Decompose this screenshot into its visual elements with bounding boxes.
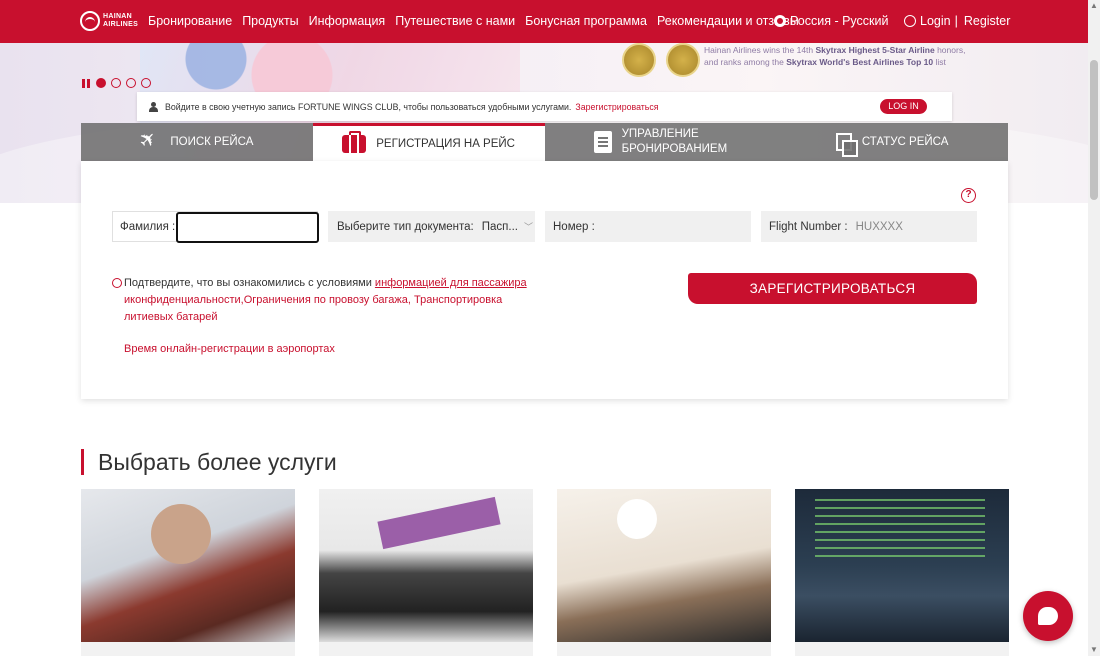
chat-bubble-icon	[1038, 607, 1058, 625]
page-scrollbar[interactable]: ▲ ▼	[1088, 0, 1100, 656]
nav-item-products[interactable]: Продукты	[242, 14, 298, 28]
language-label: Россия - Русский	[790, 14, 889, 28]
logo-mark-icon	[80, 11, 100, 31]
person-icon	[149, 101, 158, 112]
logo-text-line1: HAINAN	[103, 13, 133, 20]
pause-icon[interactable]	[82, 78, 91, 88]
banner-text-bold: Skytrax Highest 5-Star Airline	[815, 45, 935, 55]
document-number-field[interactable]: Номер :	[545, 211, 751, 242]
carousel-dot[interactable]	[96, 78, 106, 88]
scrollbar-thumb[interactable]	[1090, 60, 1098, 200]
document-number-label: Номер :	[553, 220, 595, 233]
award-badge-icon	[622, 43, 656, 77]
flight-number-input[interactable]	[853, 219, 964, 234]
consent-text-part: Подтвердите, что вы ознакомились с услов…	[124, 277, 375, 289]
tab-label: СТАТУС РЕЙСА	[861, 136, 949, 148]
login-link[interactable]: Login	[920, 14, 951, 28]
check-in-submit-button[interactable]: ЗАРЕГИСТРИРОВАТЬСЯ	[688, 273, 977, 304]
check-in-form: ? Фамилия : Выберите тип документа: Пасп…	[81, 161, 1008, 399]
tab-label: ПОИСК РЕЙСА	[170, 136, 254, 148]
scroll-down-icon[interactable]: ▼	[1090, 646, 1098, 654]
document-type-value: Пасп...	[481, 220, 518, 233]
tab-label: УПРАВЛЕНИЕ БРОНИРОВАНИЕМ	[622, 127, 728, 157]
service-card-seat[interactable]	[81, 489, 295, 656]
language-selector[interactable]: Россия - Русский	[774, 14, 888, 28]
consent-block: Подтвердите, что вы ознакомились с услов…	[112, 275, 542, 326]
service-image	[557, 489, 771, 642]
banner-text-part: honors,	[934, 45, 966, 55]
nav-item-bonus-program[interactable]: Бонусная программа	[525, 14, 647, 28]
service-card-footer	[81, 642, 295, 656]
restrictions-links[interactable]: иконфиденциальности,Ограничения по прово…	[124, 294, 502, 323]
hainan-airlines-logo[interactable]: HAINAN AIRLINES	[80, 11, 138, 31]
login-prompt-register-link[interactable]: Зарегистрироваться	[575, 102, 658, 112]
carousel-dot[interactable]	[126, 78, 136, 88]
document-type-select[interactable]: Выберите тип документа: Пасп... ﹀	[328, 211, 535, 242]
banner-text-part: and ranks among the	[704, 57, 787, 67]
services-heading: Выбрать более услуги	[81, 449, 337, 475]
service-card-footer	[319, 642, 533, 656]
nav-item-information[interactable]: Информация	[309, 14, 386, 28]
register-link[interactable]: Register	[964, 14, 1011, 28]
user-icon	[904, 15, 916, 27]
carousel-controls	[82, 78, 151, 88]
chevron-down-icon: ﹀	[523, 222, 533, 232]
help-icon[interactable]: ?	[961, 188, 976, 203]
service-image	[319, 489, 533, 642]
logo-text-line2: AIRLINES	[103, 21, 139, 28]
checkin-times-link[interactable]: Время онлайн-регистрации в аэропортах	[124, 343, 335, 355]
banner-award-text: Hainan Airlines wins the 14th Skytrax Hi…	[704, 44, 965, 68]
top-navigation-bar: HAINAN AIRLINES Бронирование Продукты Ин…	[0, 0, 1088, 43]
scroll-up-icon[interactable]: ▲	[1090, 2, 1098, 10]
service-card-footer	[795, 642, 1009, 656]
flight-number-field: Flight Number :	[761, 211, 977, 242]
plane-icon	[140, 132, 160, 152]
login-button[interactable]: LOG IN	[880, 99, 927, 114]
service-card-meal[interactable]	[557, 489, 771, 656]
banner-text-part: Hainan Airlines wins the 14th	[704, 45, 816, 55]
tab-manage-booking[interactable]: УПРАВЛЕНИЕ БРОНИРОВАНИЕМ	[544, 123, 777, 161]
chat-button[interactable]	[1023, 591, 1073, 641]
tab-check-in[interactable]: РЕГИСТРАЦИЯ НА РЕЙС	[312, 123, 545, 161]
logo-text: HAINAN AIRLINES	[103, 13, 138, 29]
surname-input[interactable]	[176, 212, 319, 243]
tab-flight-search[interactable]: ПОИСК РЕЙСА	[81, 123, 313, 161]
luggage-icon	[342, 130, 367, 153]
surname-field: Фамилия :	[112, 211, 319, 243]
auth-separator: |	[954, 14, 958, 28]
service-card-baggage[interactable]	[319, 489, 533, 656]
nav-item-booking[interactable]: Бронирование	[148, 14, 232, 28]
tab-flight-status[interactable]: СТАТУС РЕЙСА	[776, 123, 1008, 161]
service-image	[795, 489, 1009, 642]
tab-label: РЕГИСТРАЦИЯ НА РЕЙС	[376, 137, 515, 150]
carousel-dot[interactable]	[111, 78, 121, 88]
globe-icon	[774, 15, 786, 27]
passenger-info-link[interactable]: информацией для пассажира	[375, 277, 527, 289]
tab-label-line1: УПРАВЛЕНИЕ	[621, 128, 699, 140]
login-prompt-message: Войдите в свою учетную запись FORTUNE WI…	[165, 101, 572, 112]
banner-text-part: list	[933, 57, 946, 67]
service-card-airport[interactable]	[795, 489, 1009, 656]
surname-label: Фамилия :	[120, 220, 176, 233]
consent-radio[interactable]	[112, 278, 122, 288]
flight-number-label: Flight Number :	[769, 220, 848, 233]
service-image	[81, 489, 295, 642]
login-prompt-strip: Войдите в свою учетную запись FORTUNE WI…	[137, 92, 952, 121]
award-badges	[622, 43, 700, 77]
document-type-label: Выберите тип документа:	[337, 220, 474, 233]
document-icon	[835, 133, 858, 157]
main-nav: Бронирование Продукты Информация Путешес…	[148, 14, 809, 28]
booking-tabs: ПОИСК РЕЙСА РЕГИСТРАЦИЯ НА РЕЙС УПРАВЛЕН…	[81, 123, 1008, 161]
tab-label-line2: БРОНИРОВАНИЕМ	[621, 143, 728, 155]
auth-links: Login | Register	[904, 14, 1010, 28]
consent-text: Подтвердите, что вы ознакомились с услов…	[112, 275, 542, 326]
service-card-footer	[557, 642, 771, 656]
carousel-dot[interactable]	[141, 78, 151, 88]
award-badge-icon	[666, 43, 700, 77]
services-cards	[81, 489, 1009, 656]
nav-item-travel[interactable]: Путешествие с нами	[395, 14, 515, 28]
banner-text-bold: Skytrax World's Best Airlines Top 10	[786, 57, 934, 67]
clipboard-icon	[593, 131, 612, 153]
